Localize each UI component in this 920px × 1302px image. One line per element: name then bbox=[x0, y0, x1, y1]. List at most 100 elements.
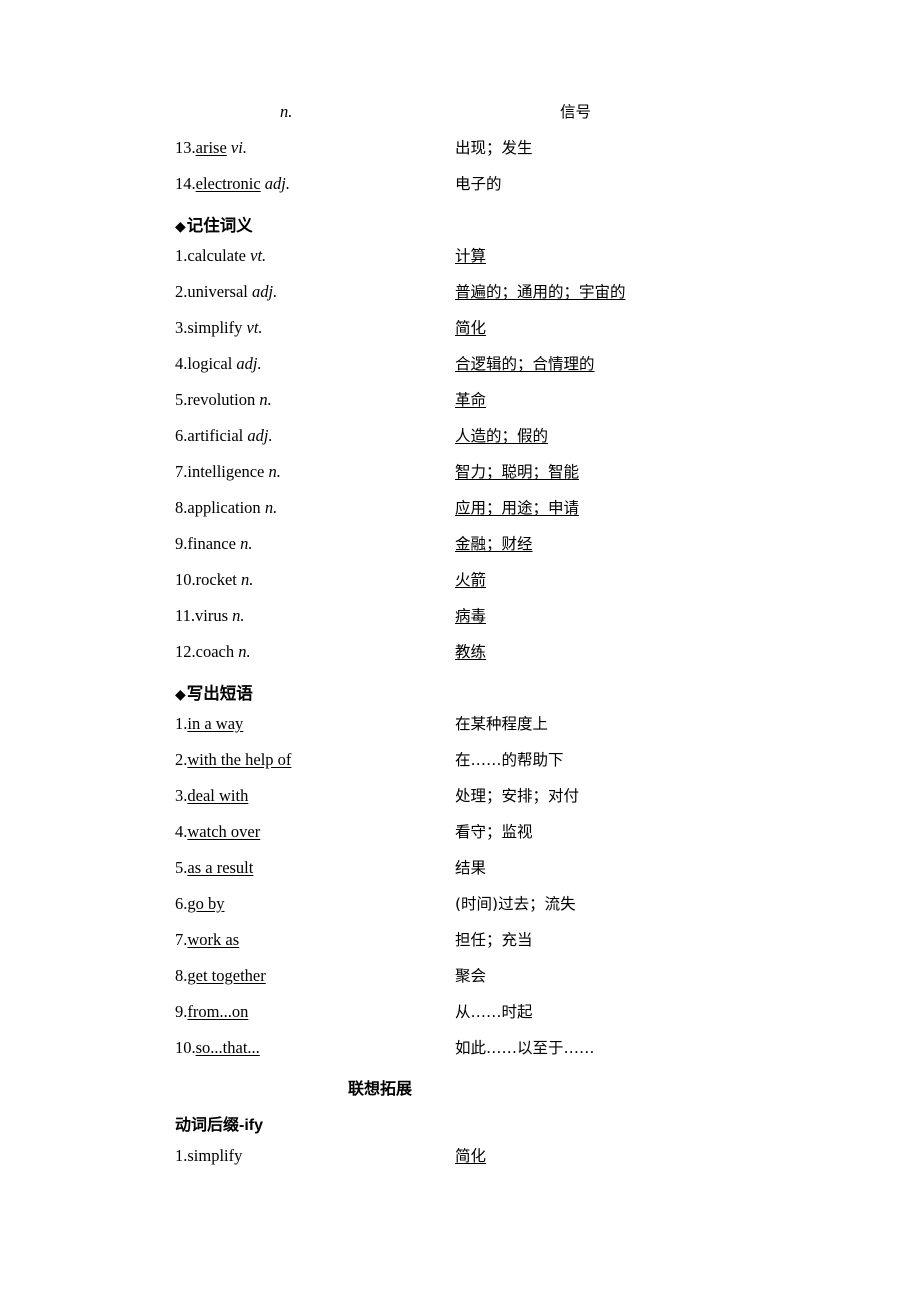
vocab-term: 6.go by bbox=[175, 894, 455, 914]
vocab-row: 14.electronic adj. 电子的 bbox=[175, 172, 745, 208]
vocab-word: go by bbox=[187, 894, 225, 913]
vocab-index: 9. bbox=[175, 1002, 188, 1021]
vocab-index: 2. bbox=[175, 282, 188, 301]
vocab-pos: n. bbox=[234, 642, 251, 661]
section-heading-label: 记住词义 bbox=[186, 217, 253, 235]
vocab-row: 4.watch over 看守；监视 bbox=[175, 820, 745, 856]
vocab-row: 2.with the help of 在……的帮助下 bbox=[175, 748, 745, 784]
vocab-meaning-text: 在某种程度上 bbox=[455, 715, 549, 733]
vocab-row: n. 信号 bbox=[175, 100, 745, 136]
vocab-word: calculate bbox=[187, 246, 246, 265]
vocab-meaning: 应用；用途；申请 bbox=[455, 496, 745, 518]
vocab-meaning: 信号 bbox=[560, 100, 745, 122]
vocab-meaning: 火箭 bbox=[455, 568, 745, 590]
vocab-word: n. bbox=[280, 102, 293, 121]
vocab-term: 9.finance n. bbox=[175, 534, 455, 554]
vocab-word: in a way bbox=[187, 714, 244, 733]
vocab-meaning-text: 普遍的；通用的；宇宙的 bbox=[455, 283, 626, 301]
vocab-meaning: 合逻辑的；合情理的 bbox=[455, 352, 745, 374]
vocab-meaning-text: 结果 bbox=[455, 859, 487, 877]
vocab-meaning: 病毒 bbox=[455, 604, 745, 626]
vocab-index: 10. bbox=[175, 570, 196, 589]
vocab-term: 7.intelligence n. bbox=[175, 462, 455, 482]
vocab-term: 4.watch over bbox=[175, 822, 455, 842]
vocab-term: 8.application n. bbox=[175, 498, 455, 518]
vocab-pos: n. bbox=[235, 534, 253, 553]
vocab-pos: n. bbox=[264, 462, 281, 481]
vocab-row: 7.work as 担任；充当 bbox=[175, 928, 745, 964]
vocab-word: work as bbox=[187, 930, 240, 949]
vocab-row: 6.artificial adj. 人造的；假的 bbox=[175, 424, 745, 460]
vocab-meaning-text: 金融；财经 bbox=[455, 535, 533, 553]
vocab-meaning: 电子的 bbox=[455, 172, 745, 194]
vocab-row: 8.application n. 应用；用途；申请 bbox=[175, 496, 745, 532]
vocab-meaning: 从……时起 bbox=[455, 1000, 745, 1022]
vocab-row: 8.get together 聚会 bbox=[175, 964, 745, 1000]
document-content: n. 信号 13.arise vi. 出现；发生 14.electronic adj. 电… bbox=[175, 100, 745, 1180]
vocab-word: watch over bbox=[187, 822, 261, 841]
vocab-row: 10.so...that... 如此……以至于…… bbox=[175, 1036, 745, 1072]
vocab-meaning: 看守；监视 bbox=[455, 820, 745, 842]
vocab-meaning: 如此……以至于…… bbox=[455, 1036, 745, 1058]
vocab-row: 13.arise vi. 出现；发生 bbox=[175, 136, 745, 172]
vocab-row: 7.intelligence n. 智力；聪明；智能 bbox=[175, 460, 745, 496]
vocab-word: get together bbox=[187, 966, 266, 985]
vocab-row: 11.virus n. 病毒 bbox=[175, 604, 745, 640]
vocab-index: 14. bbox=[175, 174, 196, 193]
vocab-index: 6. bbox=[175, 894, 188, 913]
vocab-meaning: 普遍的；通用的；宇宙的 bbox=[455, 280, 745, 302]
vocab-index: 7. bbox=[175, 462, 188, 481]
vocab-word: finance bbox=[187, 534, 236, 553]
vocab-meaning-text: 在……的帮助下 bbox=[455, 751, 564, 769]
vocab-row: 4.logical adj. 合逻辑的；合情理的 bbox=[175, 352, 745, 388]
section-heading: ◆记住词义 bbox=[175, 208, 745, 244]
section-heading: ◆写出短语 bbox=[175, 676, 745, 712]
vocab-index: 9. bbox=[175, 534, 188, 553]
vocab-row: 9.finance n. 金融；财经 bbox=[175, 532, 745, 568]
vocab-meaning-text: 革命 bbox=[455, 391, 487, 409]
vocab-word: arise bbox=[195, 138, 227, 157]
vocab-row: 9.from...on 从……时起 bbox=[175, 1000, 745, 1036]
vocab-pos: n. bbox=[228, 606, 245, 625]
vocab-word: from...on bbox=[187, 1002, 249, 1021]
vocab-term: 3.simplify vt. bbox=[175, 318, 455, 338]
vocab-term: 7.work as bbox=[175, 930, 455, 950]
vocab-index: 4. bbox=[175, 822, 188, 841]
vocab-pos: n. bbox=[260, 498, 278, 517]
vocab-meaning-text: 聚会 bbox=[455, 967, 487, 985]
vocab-row: 10.rocket n. 火箭 bbox=[175, 568, 745, 604]
vocab-meaning: 在某种程度上 bbox=[455, 712, 745, 734]
vocab-meaning-text: (时间)过去；流失 bbox=[455, 895, 576, 913]
vocab-term: 10.so...that... bbox=[175, 1038, 455, 1058]
vocab-row: 1.simplify 简化 bbox=[175, 1144, 745, 1180]
vocab-term: 6.artificial adj. bbox=[175, 426, 455, 446]
vocab-index: 2. bbox=[175, 750, 188, 769]
vocab-word: with the help of bbox=[187, 750, 292, 769]
vocab-term: 2.with the help of bbox=[175, 750, 455, 770]
vocab-meaning-text: 合逻辑的；合情理的 bbox=[455, 355, 595, 373]
vocab-index: 4. bbox=[175, 354, 188, 373]
vocab-row: 5.revolution n. 革命 bbox=[175, 388, 745, 424]
vocab-index: 10. bbox=[175, 1038, 196, 1057]
vocab-meaning: 担任；充当 bbox=[455, 928, 745, 950]
vocab-term: 11.virus n. bbox=[175, 606, 455, 626]
vocab-index: 3. bbox=[175, 318, 188, 337]
vocab-pos: adj. bbox=[243, 426, 273, 445]
vocab-meaning-text: 看守；监视 bbox=[455, 823, 533, 841]
vocab-index: 5. bbox=[175, 390, 188, 409]
vocab-row: 1.in a way 在某种程度上 bbox=[175, 712, 745, 748]
vocab-word: intelligence bbox=[187, 462, 265, 481]
vocab-meaning: 出现；发生 bbox=[455, 136, 745, 158]
document-page: n. 信号 13.arise vi. 出现；发生 14.electronic adj. 电… bbox=[0, 0, 920, 1302]
vocab-index: 1. bbox=[175, 1146, 188, 1165]
vocab-meaning: 人造的；假的 bbox=[455, 424, 745, 446]
vocab-pos: n. bbox=[255, 390, 272, 409]
vocab-meaning-text: 电子的 bbox=[455, 175, 502, 193]
vocab-meaning-text: 病毒 bbox=[455, 607, 487, 625]
vocab-meaning-text: 人造的；假的 bbox=[455, 427, 549, 445]
vocab-index: 11. bbox=[175, 606, 196, 625]
center-heading: 联想拓展 bbox=[347, 1081, 412, 1098]
vocab-pos: adj. bbox=[232, 354, 262, 373]
diamond-bullet-icon: ◆ bbox=[175, 219, 186, 235]
vocab-term: 9.from...on bbox=[175, 1002, 455, 1022]
